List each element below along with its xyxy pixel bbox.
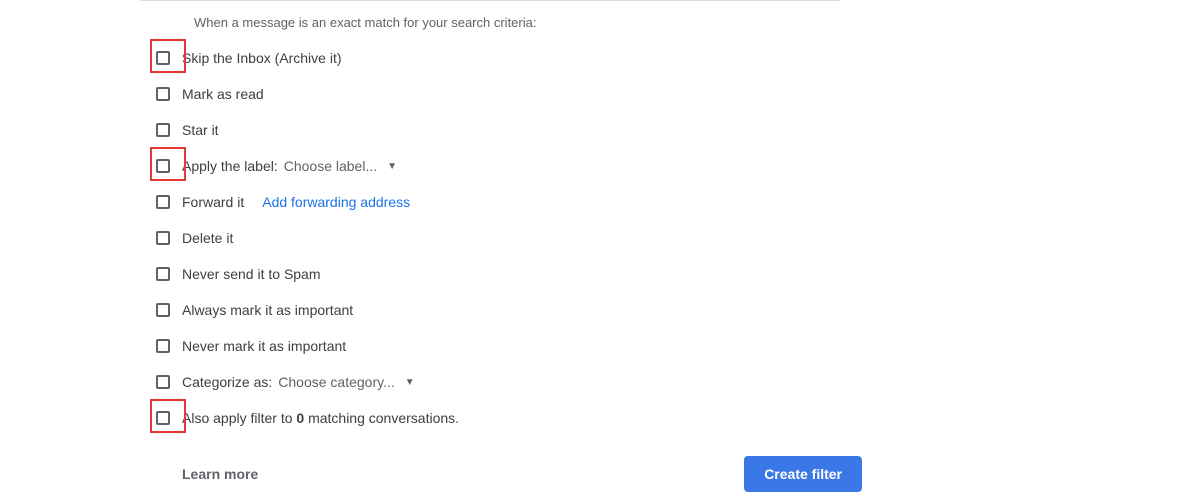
checkbox-always-important[interactable] [156, 303, 170, 317]
option-delete: Delete it [140, 228, 1200, 248]
dropdown-label[interactable]: Choose label... ▼ [284, 158, 397, 174]
label-star: Star it [182, 122, 219, 138]
filter-header: When a message is an exact match for you… [194, 15, 1200, 30]
option-never-spam: Never send it to Spam [140, 264, 1200, 284]
dropdown-label-text: Choose label... [284, 158, 377, 174]
option-categorize: Categorize as: Choose category... ▼ [140, 372, 1200, 392]
label-also-apply: Also apply filter to 0 matching conversa… [182, 410, 459, 426]
label-forward: Forward it [182, 194, 244, 210]
option-forward: Forward it Add forwarding address [140, 192, 1200, 212]
caret-down-icon: ▼ [405, 377, 415, 388]
label-apply-label: Apply the label: [182, 158, 278, 174]
label-never-spam: Never send it to Spam [182, 266, 321, 282]
label-always-important: Always mark it as important [182, 302, 353, 318]
also-apply-suffix: matching conversations. [304, 410, 459, 426]
also-apply-prefix: Also apply filter to [182, 410, 296, 426]
checkbox-skip-inbox[interactable] [156, 51, 170, 65]
option-also-apply: Also apply filter to 0 matching conversa… [140, 408, 1200, 428]
checkbox-apply-label[interactable] [156, 159, 170, 173]
add-forwarding-link[interactable]: Add forwarding address [262, 194, 410, 210]
checkbox-also-apply[interactable] [156, 411, 170, 425]
option-star: Star it [140, 120, 1200, 140]
checkbox-mark-read[interactable] [156, 87, 170, 101]
label-never-important: Never mark it as important [182, 338, 346, 354]
footer: Learn more Create filter [182, 456, 862, 492]
label-skip-inbox: Skip the Inbox (Archive it) [182, 50, 342, 66]
option-skip-inbox: Skip the Inbox (Archive it) [140, 48, 1200, 68]
option-always-important: Always mark it as important [140, 300, 1200, 320]
label-mark-read: Mark as read [182, 86, 264, 102]
checkbox-delete[interactable] [156, 231, 170, 245]
option-apply-label: Apply the label: Choose label... ▼ [140, 156, 1200, 176]
checkbox-star[interactable] [156, 123, 170, 137]
option-mark-read: Mark as read [140, 84, 1200, 104]
label-delete: Delete it [182, 230, 233, 246]
label-categorize: Categorize as: [182, 374, 272, 390]
dropdown-category-text: Choose category... [278, 374, 394, 390]
checkbox-forward[interactable] [156, 195, 170, 209]
dropdown-category[interactable]: Choose category... ▼ [278, 374, 414, 390]
checkbox-never-spam[interactable] [156, 267, 170, 281]
checkbox-categorize[interactable] [156, 375, 170, 389]
learn-more-link[interactable]: Learn more [182, 466, 258, 482]
create-filter-button[interactable]: Create filter [744, 456, 862, 492]
checkbox-never-important[interactable] [156, 339, 170, 353]
option-never-important: Never mark it as important [140, 336, 1200, 356]
caret-down-icon: ▼ [387, 161, 397, 172]
